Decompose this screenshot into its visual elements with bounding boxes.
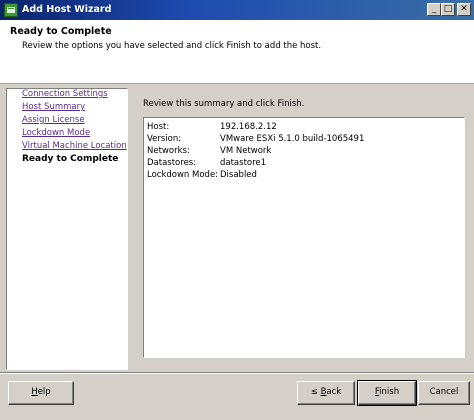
summary-value: VM Network [220, 146, 272, 156]
summary-caption: Review this summary and click Finish. [143, 99, 305, 109]
summary-value: 192.168.2.12 [220, 122, 277, 132]
minimize-button[interactable]: _ [427, 3, 441, 16]
back-label-rest: ack [326, 387, 342, 397]
step-virtual-machine-location[interactable]: Virtual Machine Location [22, 141, 127, 151]
step-connection-settings[interactable]: Connection Settings [22, 89, 108, 99]
help-label-rest: elp [37, 387, 51, 397]
step-lockdown-mode[interactable]: Lockdown Mode [22, 128, 90, 138]
wizard-header: Ready to Complete Review the options you… [0, 20, 474, 84]
summary-textbox[interactable]: Host: 192.168.2.12 Version: VMware ESXi … [143, 117, 465, 358]
cancel-button[interactable]: Cancel [418, 381, 470, 405]
wizard-steps-panel: Connection Settings Host Summary Assign … [6, 88, 128, 370]
title-bar[interactable]: Add Host Wizard _ □ ✕ [0, 0, 474, 20]
summary-value: datastore1 [220, 158, 267, 168]
window-title: Add Host Wizard [22, 4, 112, 15]
step-assign-license[interactable]: Assign License [22, 115, 85, 125]
summary-key: Host: [147, 122, 170, 132]
maximize-button[interactable]: □ [441, 3, 455, 16]
summary-key: Networks: [147, 146, 190, 156]
page-subtitle: Review the options you have selected and… [22, 41, 322, 51]
summary-key: Datastores: [147, 158, 197, 168]
vsphere-host-icon [4, 3, 18, 17]
summary-key: Lockdown Mode: [147, 170, 219, 180]
close-button[interactable]: ✕ [457, 3, 471, 16]
step-ready-to-complete: Ready to Complete [22, 154, 119, 164]
summary-value: VMware ESXi 5.1.0 build-1065491 [220, 134, 365, 144]
footer-divider [0, 372, 474, 374]
page-title: Ready to Complete [10, 26, 112, 37]
help-button[interactable]: Help [8, 381, 74, 405]
summary-value: Disabled [220, 170, 257, 180]
summary-key: Version: [147, 134, 182, 144]
finish-label-rest: inish [379, 387, 400, 397]
step-host-summary[interactable]: Host Summary [22, 102, 85, 112]
finish-button[interactable]: Finish [357, 380, 417, 406]
back-button[interactable]: ≤ Back [297, 381, 355, 405]
back-prefix: ≤ [310, 387, 321, 397]
